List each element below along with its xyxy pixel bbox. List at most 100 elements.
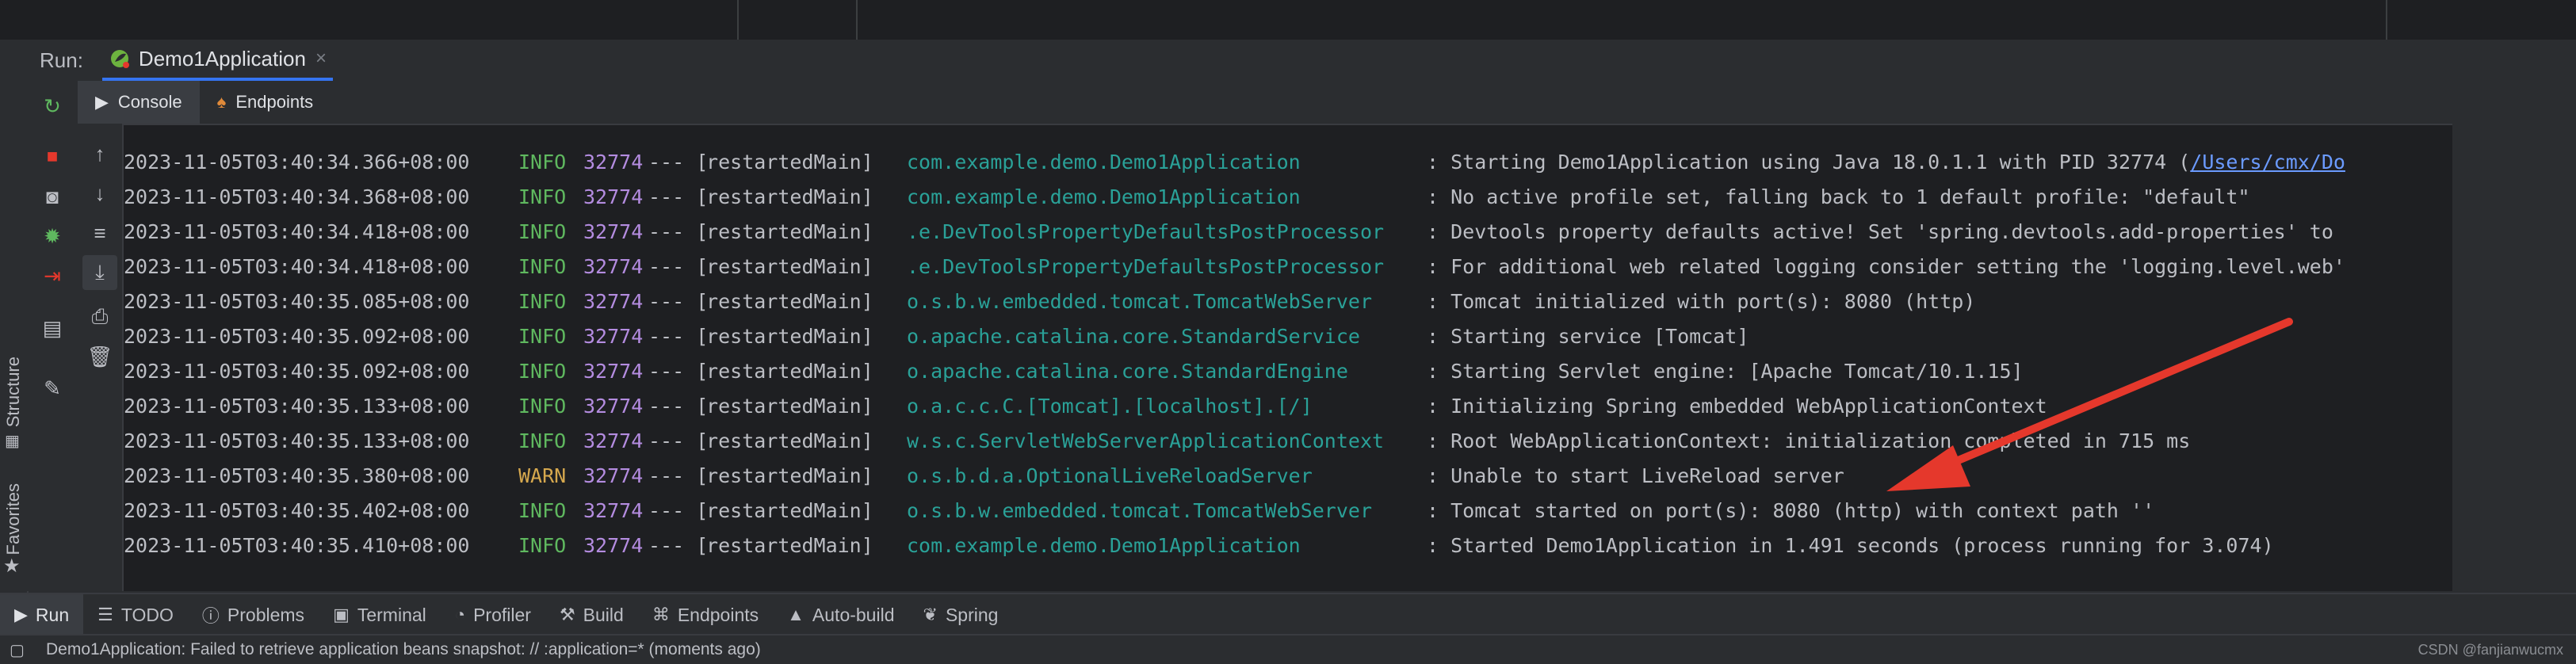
tool-window-label: Run [35, 604, 70, 625]
log-separator: --- [ [648, 394, 709, 418]
log-message: : For additional web related logging con… [1427, 254, 2345, 278]
run-subtabs: ▶ Console ♠ Endpoints [78, 81, 2452, 125]
log-pid: 32774 [583, 429, 644, 452]
log-thread: restartedMain] [694, 359, 873, 383]
spring-boot-icon [110, 50, 129, 68]
tool-window-label: Terminal [357, 604, 426, 625]
log-row: 2023-11-05T03:40:34.366+08:00 INFO 32774 --… [124, 144, 2452, 179]
editor-divider [737, 0, 739, 40]
tool-window-terminal[interactable]: ▣ Terminal [319, 594, 441, 635]
log-thread: restartedMain] [694, 289, 873, 313]
log-thread: restartedMain] [694, 324, 873, 348]
tool-window-label: TODO [120, 604, 174, 625]
tool-window-label: Profiler [473, 604, 531, 625]
hammer-icon: ⚒ [559, 605, 575, 624]
log-row: 2023-11-05T03:40:34.418+08:00 INFO 32774 --… [124, 249, 2452, 284]
log-thread: restartedMain] [694, 429, 873, 452]
tab-endpoints[interactable]: ♠ Endpoints [200, 81, 331, 124]
log-thread: restartedMain] [694, 185, 873, 208]
status-message[interactable]: Demo1Application: Failed to retrieve app… [46, 640, 761, 659]
tool-window-todo[interactable]: ☰ TODO [83, 594, 188, 635]
log-timestamp: 2023-11-05T03:40:34.418+08:00 [124, 254, 470, 278]
run-config-name: Demo1Application [138, 46, 306, 71]
log-pid: 32774 [583, 324, 644, 348]
tab-console[interactable]: ▶ Console [78, 81, 200, 124]
log-logger: o.s.b.d.a.OptionalLiveReloadServer [907, 464, 1313, 487]
log-pid: 32774 [583, 533, 644, 557]
spring-leaf-icon: ❦ [923, 605, 938, 624]
log-path-link[interactable]: /Users/cmx/Do [2190, 151, 2345, 174]
run-label: Run: [40, 48, 83, 72]
pin-icon[interactable]: ✎ [35, 371, 70, 406]
log-level: WARN [518, 464, 567, 487]
log-logger: w.s.c.ServletWebServerApplicationContext [907, 429, 1385, 452]
log-logger: o.apache.catalina.core.StandardService [907, 324, 1360, 348]
scroll-to-end-icon[interactable]: ⤓ [82, 255, 117, 290]
log-timestamp: 2023-11-05T03:40:35.085+08:00 [124, 289, 470, 313]
log-logger: o.s.b.w.embedded.tomcat.TomcatWebServer [907, 498, 1372, 522]
log-message: : Starting Demo1Application using Java 1… [1427, 150, 2191, 174]
log-row: 2023-11-05T03:40:34.418+08:00 INFO 32774 --… [124, 214, 2452, 249]
camera-icon[interactable]: ◙ [35, 179, 70, 214]
tool-window-label: Auto-build [812, 604, 895, 625]
editor-divider [856, 0, 858, 40]
log-row: 2023-11-05T03:40:35.410+08:00 INFO 32774 --… [124, 528, 2452, 563]
rerun-icon[interactable]: ↻ [35, 89, 70, 124]
console-icon: ▶ [95, 92, 109, 112]
tool-window-label: Spring [945, 604, 999, 625]
log-timestamp: 2023-11-05T03:40:34.366+08:00 [124, 150, 470, 174]
arrow-down-icon[interactable]: ↓ [82, 176, 117, 211]
tool-window-problems[interactable]: ⓘ Problems [188, 594, 319, 635]
tool-window-spring[interactable]: ❦ Spring [909, 594, 1013, 635]
log-row: 2023-11-05T03:40:34.368+08:00 INFO 32774 --… [124, 179, 2452, 214]
tool-window-build[interactable]: ⚒ Build [545, 594, 638, 635]
star-icon[interactable]: ★ [3, 555, 21, 578]
tool-window-profiler[interactable]: ◔ Profiler [441, 594, 545, 635]
exit-icon[interactable]: ⇥ [35, 258, 70, 293]
layout-icon[interactable]: ▤ [35, 311, 70, 345]
annotation-arrow [1886, 318, 2293, 491]
log-timestamp: 2023-11-05T03:40:35.133+08:00 [124, 429, 470, 452]
status-layout-icon[interactable]: ▢ [10, 640, 25, 660]
arrow-up-icon[interactable]: ↑ [82, 136, 117, 171]
stop-icon[interactable]: ■ [35, 139, 70, 174]
status-bar: ▢ Demo1Application: Failed to retrieve a… [0, 634, 2576, 664]
log-logger: o.a.c.c.C.[Tomcat].[localhost].[/] [907, 394, 1313, 418]
log-separator: --- [ [648, 429, 709, 452]
log-thread: restartedMain] [694, 219, 873, 243]
log-separator: --- [ [648, 150, 709, 174]
structure-tab[interactable]: Structure [3, 357, 24, 427]
log-separator: --- [ [648, 219, 709, 243]
log-level: INFO [518, 498, 567, 522]
soft-wrap-icon[interactable]: ≡ [82, 216, 117, 250]
log-level: INFO [518, 324, 567, 348]
log-timestamp: 2023-11-05T03:40:35.380+08:00 [124, 464, 470, 487]
log-separator: --- [ [648, 289, 709, 313]
structure-icon[interactable]: ▦ [5, 431, 20, 451]
trash-icon[interactable]: 🗑 [82, 339, 117, 374]
run-config-tab[interactable]: Demo1Application × [101, 40, 333, 81]
tool-window-run[interactable]: ▶ Run [0, 594, 84, 635]
watermark: CSDN @fanjianwucmx [2417, 642, 2563, 658]
console-action-bar: ↑ ↓ ≡ ⤓ ⎙ 🗑 [78, 124, 124, 591]
log-pid: 32774 [583, 394, 644, 418]
close-icon[interactable]: × [315, 48, 327, 70]
log-thread: restartedMain] [694, 464, 873, 487]
terminal-icon: ▣ [333, 605, 350, 624]
log-message: : Devtools property defaults active! Set… [1427, 219, 2333, 243]
debug-bug-icon[interactable]: ✹ [35, 219, 70, 254]
log-level: INFO [518, 533, 567, 557]
print-icon[interactable]: ⎙ [82, 300, 117, 334]
play-icon: ▶ [14, 605, 28, 624]
log-message: : Tomcat started on port(s): 8080 (http)… [1427, 498, 2155, 522]
tool-window-auto-build[interactable]: ▲ Auto-build [773, 594, 908, 635]
log-pid: 32774 [583, 289, 644, 313]
log-level: INFO [518, 254, 567, 278]
tab-console-label: Console [117, 92, 182, 112]
log-separator: --- [ [648, 464, 709, 487]
favorites-tab[interactable]: Favorites [3, 483, 24, 555]
log-level: INFO [518, 429, 567, 452]
log-thread: restartedMain] [694, 150, 873, 174]
tool-window-endpoints[interactable]: ⌘ Endpoints [638, 594, 773, 635]
editor-area [0, 0, 2576, 40]
